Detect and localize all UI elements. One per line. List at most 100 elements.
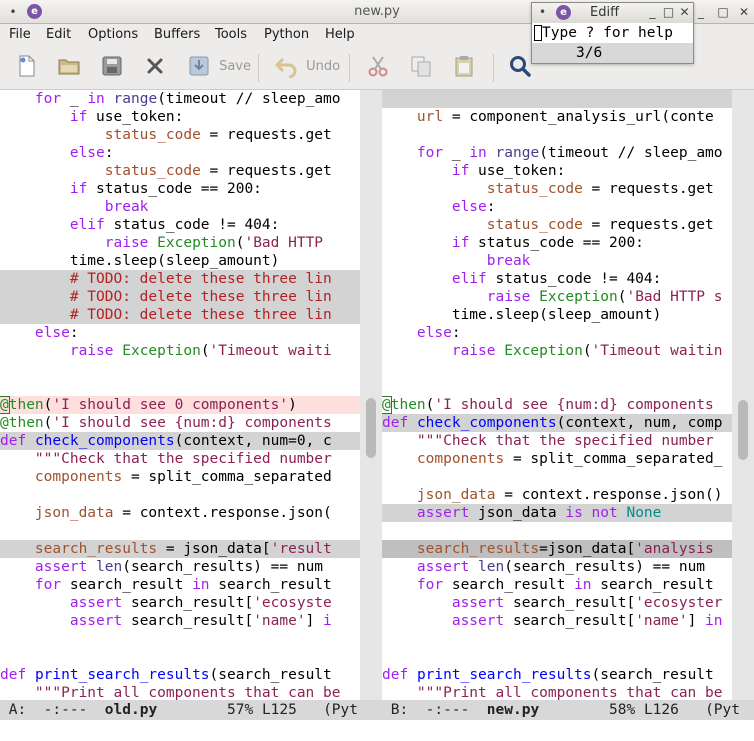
modeline-state: -:--- — [43, 702, 88, 718]
code-line: assert search_result['name'] in — [451, 613, 723, 629]
toolbar-separator — [493, 54, 494, 82]
diff-line-current: @then('I should see 0 components') — [0, 396, 360, 414]
code-line: raise Exception('Bad HTTP — [104, 235, 332, 251]
minimize-icon[interactable]: _ — [646, 6, 659, 19]
code-line: assert len(search_results) == num — [34, 559, 324, 575]
code-line: @then('I should see {num:d} components — [382, 396, 714, 414]
menu-help[interactable]: Help — [325, 27, 355, 42]
menu-buffers[interactable]: Buffers — [154, 27, 200, 42]
buffer-b-pane[interactable]: url = component_analysis_url(conte for _… — [382, 90, 732, 700]
minimize-icon[interactable]: _ — [694, 5, 708, 19]
code-line: @then('I should see {num:d} components — [0, 415, 332, 431]
scroll-thumb[interactable] — [738, 400, 748, 460]
code-line: break — [486, 253, 531, 269]
code-line: raise Exception('Timeout waitin — [451, 343, 723, 359]
code-line: components = split_comma_separated — [34, 469, 332, 485]
menu-options[interactable]: Options — [88, 27, 138, 42]
undo-button[interactable]: Undo — [274, 54, 340, 82]
echo-area[interactable] — [0, 720, 754, 741]
window-menu-icon[interactable]: • — [536, 6, 549, 19]
close-icon[interactable]: ✕ — [678, 6, 691, 19]
menu-file[interactable]: File — [9, 27, 31, 42]
ediff-control-frame[interactable]: • e Ediff _ □ ✕ Type ? for help 3/6 — [531, 2, 694, 64]
save-button[interactable]: Save — [187, 54, 251, 82]
code-line: for search_result in search_result — [34, 577, 332, 593]
menu-edit[interactable]: Edit — [46, 27, 71, 42]
code-line: if use_token: — [69, 109, 184, 125]
save-icon — [189, 56, 209, 76]
clipboard-icon — [455, 56, 473, 77]
modeline-mode[interactable]: (Pyt — [705, 702, 740, 718]
kill-buffer-button[interactable] — [143, 54, 167, 82]
code-line: else: — [34, 325, 79, 341]
code-line: for search_result in search_result — [416, 577, 714, 593]
ediff-title-bar: • e Ediff _ □ ✕ — [532, 3, 693, 23]
buffer-a-pane[interactable]: for _ in range(timeout // sleep_amo if u… — [0, 90, 360, 700]
menu-tools[interactable]: Tools — [215, 27, 247, 42]
modeline-b: B: -:--- new.py 58% L126 (Pyt — [382, 700, 754, 720]
ediff-modeline: 3/6 — [532, 43, 693, 63]
new-file-icon — [19, 55, 35, 77]
modeline-window: B: — [390, 702, 409, 718]
code-line: status_code = requests.get — [486, 181, 714, 197]
dired-button[interactable] — [100, 54, 124, 82]
paste-button[interactable] — [452, 54, 476, 82]
ediff-diff-position: 3/6 — [576, 45, 603, 61]
save-label: Save — [219, 58, 252, 74]
diff-line: def check_components(context, num, comp — [382, 414, 732, 432]
menu-python[interactable]: Python — [264, 27, 309, 42]
emacs-icon: e — [556, 5, 571, 20]
scissors-icon — [368, 56, 388, 77]
diff-line — [382, 90, 732, 108]
buffer-b-scrollbar[interactable] — [732, 90, 754, 700]
code-line: if status_code == 200: — [451, 235, 644, 251]
folder-icon — [58, 59, 80, 75]
code-line: else: — [451, 199, 496, 215]
modeline-window: A: — [8, 702, 27, 718]
modeline-filename[interactable]: new.py — [487, 702, 539, 718]
toolbar-separator — [349, 54, 350, 82]
code-line: assert search_result['ecosyste — [69, 595, 332, 611]
copy-button[interactable] — [409, 54, 433, 82]
code-line: status_code = requests.get — [486, 217, 714, 233]
code-line: def print_search_results(search_result — [0, 667, 332, 683]
search-button[interactable] — [508, 54, 532, 82]
close-icon[interactable]: ✕ — [737, 5, 751, 19]
undo-icon — [274, 57, 297, 78]
code-line: time.sleep(sleep_amount) — [382, 307, 662, 323]
new-file-button[interactable] — [15, 54, 39, 82]
code-line: json_data = context.response.json( — [34, 505, 332, 521]
code-line: for _ in range(timeout // sleep_amo — [416, 145, 723, 161]
search-icon — [510, 56, 531, 77]
diff-line: search_results=json_data['analysis — [382, 540, 732, 558]
modeline-mode[interactable]: (Pyt — [323, 702, 358, 718]
cut-button[interactable] — [366, 54, 390, 82]
close-buffer-icon — [147, 58, 163, 74]
modeline-a: A: -:--- old.py 57% L125 (Pyt — [0, 700, 382, 720]
scroll-thumb[interactable] — [366, 398, 376, 458]
diff-line: assert json_data is not None — [382, 504, 732, 522]
code-line: else: — [416, 325, 461, 341]
text-cursor — [534, 25, 542, 41]
maximize-icon[interactable]: □ — [662, 6, 675, 19]
code-line: elif status_code != 404: — [69, 217, 280, 233]
diff-line: search_results = json_data['result — [0, 540, 360, 558]
code-line: assert search_result['name'] i — [69, 613, 332, 629]
code-line: else: — [69, 145, 114, 161]
open-file-button[interactable] — [57, 54, 81, 82]
maximize-icon[interactable]: □ — [716, 5, 730, 19]
buffer-a-scrollbar[interactable] — [360, 90, 382, 700]
undo-label: Undo — [306, 58, 341, 74]
code-line: json_data = context.response.json() — [416, 487, 723, 503]
modeline-filename[interactable]: old.py — [105, 702, 157, 718]
toolbar-separator — [258, 54, 259, 82]
code-line: """Print all components that can be — [34, 685, 341, 700]
code-line: raise Exception('Timeout waiti — [69, 343, 332, 359]
